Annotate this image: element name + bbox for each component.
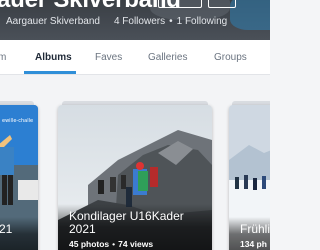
- album-title: 21: [0, 222, 13, 236]
- profile-header: auer Skiverband Aargauer Skiverband 4 Fo…: [0, 0, 270, 40]
- more-button[interactable]: [208, 0, 236, 8]
- following-count[interactable]: 1 Following: [177, 16, 228, 27]
- meta-separator: •: [169, 16, 173, 27]
- album-caption: Kondilager U16Kader 2021 45 photos • 74 vi…: [58, 204, 212, 250]
- album-photo-count: 45 photos: [69, 239, 110, 249]
- tab-groups[interactable]: Groups: [214, 52, 247, 63]
- profile-tabs: m Albums Faves Galleries Groups: [0, 40, 270, 75]
- profile-meta: Aargauer Skiverband 4 Followers • 1 Foll…: [0, 16, 231, 27]
- album-title: Kondilager U16Kader 2021: [69, 209, 184, 236]
- tab-albums[interactable]: Albums: [35, 52, 72, 63]
- tab-galleries[interactable]: Galleries: [148, 52, 187, 63]
- svg-text:ewille-challe: ewille-challe: [2, 118, 33, 124]
- album-card[interactable]: Frühli 134 ph: [229, 105, 270, 250]
- profile-owner[interactable]: Aargauer Skiverband: [6, 16, 100, 27]
- tab-cameraroll[interactable]: m: [0, 52, 6, 63]
- stats-separator: •: [112, 239, 116, 249]
- album-view-count: 74 views: [118, 239, 154, 249]
- album-title: Frühli: [240, 222, 270, 236]
- album-caption: Frühli 134 ph: [229, 217, 270, 250]
- album-photo-count: 134 ph: [240, 239, 267, 249]
- follow-button[interactable]: [158, 0, 202, 8]
- album-caption: 21: [0, 217, 38, 250]
- album-card[interactable]: Kondilager U16Kader 2021 45 photos • 74 vi…: [58, 105, 212, 250]
- profile-title: auer Skiverband: [0, 0, 181, 14]
- album-stats: [0, 239, 27, 249]
- album-stats: 134 ph: [240, 239, 268, 249]
- album-card[interactable]: ewille-challe 21: [0, 105, 38, 250]
- tab-faves[interactable]: Faves: [95, 52, 122, 63]
- followers-count[interactable]: 4 Followers: [114, 16, 165, 27]
- active-tab-indicator: [24, 71, 76, 74]
- album-stats: 45 photos • 74 views: [69, 239, 201, 249]
- cover-image-accent: [230, 0, 270, 30]
- albums-grid: ewille-challe 21 Kondilager U16Kader 202…: [0, 75, 270, 250]
